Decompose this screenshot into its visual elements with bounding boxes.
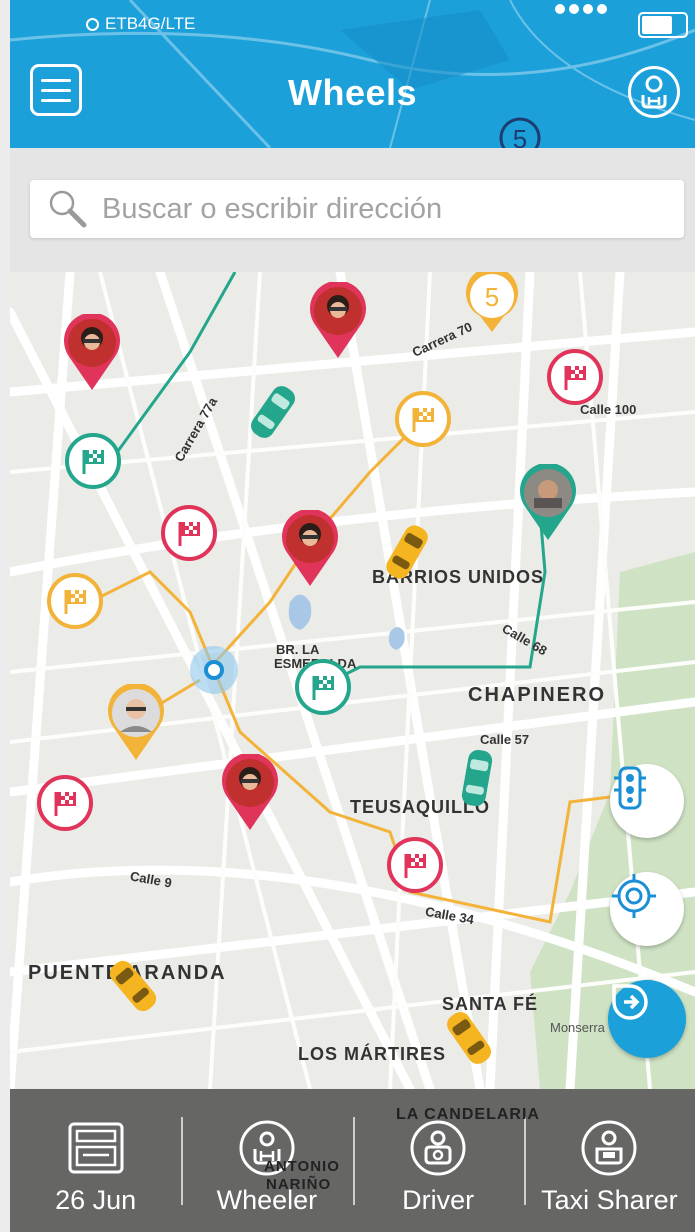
tab-date-label: 26 Jun [55,1185,137,1215]
signal-strength-icon [555,4,607,14]
locate-me-button[interactable] [610,872,684,946]
street-label: Calle 57 [480,732,530,747]
district-label-los-martires: LOS MÁRTIRES [298,1044,447,1064]
user-avatar-pin[interactable] [308,282,368,360]
checkered-flag-marker[interactable] [36,774,94,832]
district-label-la-candelaria: LA CANDELARIA [396,1106,540,1123]
navigate-arrow-icon [612,984,648,1020]
cluster-marker[interactable]: 5 [462,272,522,336]
user-avatar-pin[interactable] [220,754,280,832]
current-location-marker [190,646,238,694]
checkered-flag-marker[interactable] [386,836,444,894]
app-title: Wheels [287,72,418,113]
app-screen: ETB4G/LTE Wheels 5 Buscar o escribir dir… [10,0,695,1232]
driver-icon [410,1120,466,1176]
place-label-monserrate: Monserra [550,1020,605,1035]
search-input[interactable] [100,191,644,227]
checkered-flag-marker[interactable] [46,572,104,630]
checkered-flag-marker[interactable] [394,390,452,448]
checkered-flag-marker[interactable] [294,658,352,716]
taxi-sharer-icon [581,1120,637,1176]
wheeler-car-icon[interactable] [248,380,298,444]
app-header: ETB4G/LTE Wheels 5 [10,0,695,148]
tab-taxi-sharer[interactable]: Taxi Sharer [523,1089,695,1232]
taxi-icon[interactable] [382,520,432,584]
tab-driver-label: Driver [402,1185,475,1215]
user-avatar-pin[interactable] [518,464,578,542]
taxi-icon[interactable] [444,1006,494,1070]
taxi-icon[interactable] [108,954,158,1018]
user-avatar-pin[interactable] [62,314,122,392]
search-box[interactable] [30,180,684,238]
header-cluster-count: 5 [513,124,527,148]
district-label-antonio: ANTONIO [264,1158,340,1175]
calendar-icon [68,1122,124,1174]
status-carrier: ETB4G/LTE [86,14,195,34]
carrier-label: ETB4G/LTE [105,14,196,33]
battery-icon [638,12,688,38]
user-avatar-pin[interactable] [106,684,166,762]
search-bar-area [10,148,695,272]
crosshair-icon [612,874,656,918]
header-cluster-marker[interactable]: 5 [498,116,542,148]
bottom-navigation-bar: 26 Jun Wheeler Driver Taxi Sharer [10,1089,695,1232]
traffic-light-icon [614,766,646,810]
tab-taxi-sharer-label: Taxi Sharer [541,1185,678,1215]
user-avatar-pin[interactable] [280,510,340,588]
traffic-filter-button[interactable] [610,764,684,838]
district-label-br-la: BR. LA [276,642,320,657]
cluster-count: 5 [485,282,499,312]
checkered-flag-marker[interactable] [546,348,604,406]
checkered-flag-marker[interactable] [160,504,218,562]
district-label-chapinero: CHAPINERO [468,684,607,706]
wheeler-profile-icon [641,75,667,109]
tab-date[interactable]: 26 Jun [10,1089,181,1232]
profile-button[interactable] [628,66,680,118]
navigate-button[interactable] [608,980,686,1058]
wheeler-car-icon[interactable] [452,746,502,810]
checkered-flag-marker[interactable] [64,432,122,490]
district-label-narino: NARIÑO [266,1176,332,1193]
search-icon [49,190,87,228]
map-view[interactable]: Carrera 70 Carrera 77a Calle 100 Calle 6… [10,272,695,1089]
signal-ring-icon [86,17,99,31]
